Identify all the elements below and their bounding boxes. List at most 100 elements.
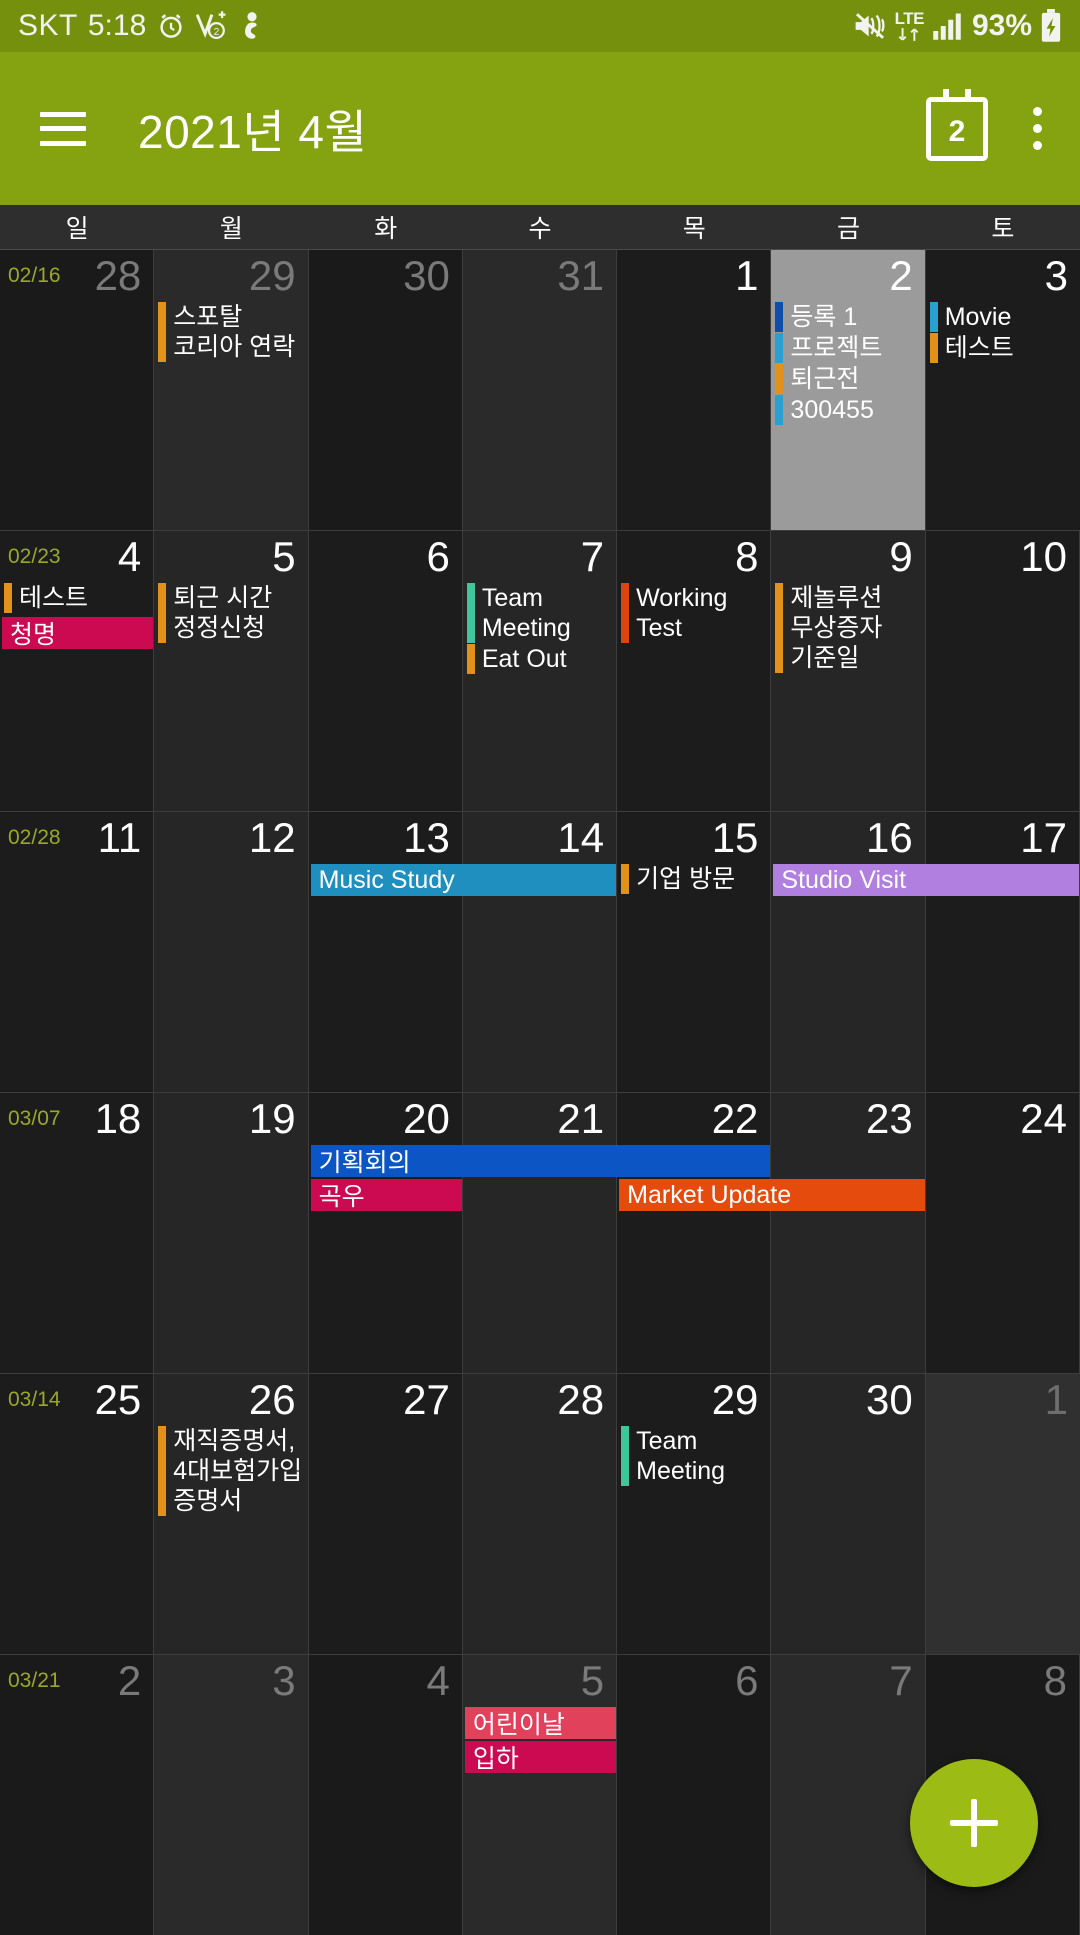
day-number: 28 <box>557 1376 605 1423</box>
week-number-label: 02/28 <box>8 826 61 849</box>
week-number-label: 03/07 <box>8 1107 61 1130</box>
status-bar: SKT 5:18 2 LTE 93% <box>0 0 1080 52</box>
overflow-menu-icon[interactable] <box>1032 107 1042 150</box>
day-cell-24[interactable]: 24 <box>925 1093 1080 1373</box>
event-color-bar <box>621 1426 630 1486</box>
event-list: Team Meeting Eat Out <box>463 583 616 675</box>
event-item[interactable]: Movie <box>926 302 1080 332</box>
multi-day-event[interactable]: 청명 <box>2 617 154 649</box>
day-cell-20[interactable]: 20 <box>308 1093 463 1373</box>
event-title: 300455 <box>790 396 874 424</box>
event-item[interactable]: Working Test <box>617 583 770 643</box>
day-cell-10[interactable]: 10 <box>925 531 1080 811</box>
day-cell-3[interactable]: 3 Movie 테스트 <box>925 250 1080 530</box>
day-cell-25[interactable]: 03/14 25 <box>0 1374 155 1654</box>
day-cell-15[interactable]: 15 기업 방문 <box>617 812 772 1092</box>
event-list: 기업 방문 <box>617 864 770 895</box>
day-cell-17[interactable]: 17 <box>925 812 1080 1092</box>
day-cell-7[interactable]: 7 Team Meeting Eat Out <box>462 531 618 811</box>
day-cell-28[interactable]: 28 <box>462 1374 618 1654</box>
week-number-label: 03/21 <box>8 1669 61 1692</box>
multi-day-event[interactable]: Market Update <box>619 1179 925 1211</box>
day-cell-14[interactable]: 14 <box>462 812 618 1092</box>
day-cell-28[interactable]: 02/16 28 <box>0 250 155 530</box>
day-cell-23[interactable]: 23 <box>771 1093 926 1373</box>
event-color-bar <box>775 333 784 363</box>
event-color-bar <box>621 583 630 643</box>
event-title: 등록 1 <box>790 303 858 331</box>
event-item[interactable]: 스포탈 코리아 연락 <box>154 302 307 362</box>
event-item[interactable]: 등록 1 <box>771 302 924 332</box>
multi-day-event[interactable]: Music Study <box>310 864 617 896</box>
day-cell-7[interactable]: 7 <box>771 1655 926 1935</box>
multi-day-event[interactable]: Studio Visit <box>773 864 1079 896</box>
multi-day-event[interactable]: 기획회의 <box>310 1145 771 1177</box>
day-cell-4[interactable]: 02/23 4 테스트 <box>0 531 155 811</box>
day-cell-27[interactable]: 27 <box>308 1374 463 1654</box>
day-number: 14 <box>557 814 605 861</box>
event-item[interactable]: 재직증명서, 4대보험가입 증명서 <box>154 1426 307 1516</box>
day-cell-31[interactable]: 31 <box>462 250 618 530</box>
day-cell-21[interactable]: 21 <box>462 1093 618 1373</box>
event-item[interactable]: 제놀루션 무상증자 기준일 <box>771 583 924 673</box>
day-cell-22[interactable]: 22 <box>617 1093 772 1373</box>
event-title: 스포탈 코리아 연락 <box>173 303 296 361</box>
event-title: 제놀루션 무상증자 기준일 <box>790 584 883 672</box>
day-cell-19[interactable]: 19 <box>154 1093 309 1373</box>
event-item[interactable]: 프로젝트 <box>771 333 924 363</box>
weekday-header: 일 월 화 수 목 금 토 <box>0 205 1080 250</box>
multi-day-event[interactable]: 어린이날 <box>464 1707 617 1739</box>
multi-day-event[interactable]: 입하 <box>464 1741 617 1773</box>
multi-day-event[interactable]: 곡우 <box>310 1179 462 1211</box>
day-cell-6[interactable]: 6 <box>308 531 463 811</box>
event-color-bar <box>775 302 784 332</box>
day-cell-29[interactable]: 29 스포탈 코리아 연락 <box>154 250 309 530</box>
event-color-bar <box>775 583 784 673</box>
day-cell-11[interactable]: 02/28 11 <box>0 812 155 1092</box>
day-cell-13[interactable]: 13 <box>308 812 463 1092</box>
day-cell-26[interactable]: 26 재직증명서, 4대보험가입 증명서 <box>154 1374 309 1654</box>
day-cell-5[interactable]: 5 <box>462 1655 618 1935</box>
event-color-bar <box>4 583 12 613</box>
day-cell-30[interactable]: 30 <box>308 250 463 530</box>
day-cell-12[interactable]: 12 <box>154 812 309 1092</box>
day-cell-1[interactable]: 1 <box>617 250 772 530</box>
day-cell-3[interactable]: 3 <box>154 1655 309 1935</box>
event-item[interactable]: 퇴근전 <box>771 364 924 394</box>
day-cell-5[interactable]: 5 퇴근 시간 정정신청 <box>154 531 309 811</box>
day-cell-30[interactable]: 30 <box>771 1374 926 1654</box>
day-number: 5 <box>272 533 296 580</box>
day-cell-2[interactable]: 2 등록 1 프로젝트 퇴근전 300455 <box>771 250 926 530</box>
hamburger-menu-icon[interactable] <box>40 111 86 146</box>
event-list: 등록 1 프로젝트 퇴근전 300455 <box>771 302 924 426</box>
event-title: 테스트 <box>19 584 89 612</box>
day-cell-9[interactable]: 9 제놀루션 무상증자 기준일 <box>771 531 926 811</box>
event-item[interactable]: 테스트 <box>926 333 1080 363</box>
day-cell-16[interactable]: 16 <box>771 812 926 1092</box>
event-item[interactable]: Team Meeting <box>463 583 616 643</box>
status-bar-left: SKT 5:18 2 <box>18 9 853 43</box>
event-item[interactable]: Eat Out <box>463 644 616 674</box>
day-cell-8[interactable]: 8 Working Test <box>617 531 772 811</box>
day-cell-1[interactable]: 1 <box>925 1374 1080 1654</box>
event-title: 입하 <box>472 1745 519 1773</box>
day-cell-2[interactable]: 03/21 2 <box>0 1655 155 1935</box>
day-number: 16 <box>865 814 913 861</box>
day-cell-6[interactable]: 6 <box>617 1655 772 1935</box>
day-cell-18[interactable]: 03/07 18 <box>0 1093 155 1373</box>
plus-icon <box>950 1799 998 1847</box>
day-number: 22 <box>711 1095 759 1142</box>
day-number: 9 <box>889 533 913 580</box>
calendar-day-icon[interactable]: 2 <box>926 88 988 161</box>
event-item[interactable]: 300455 <box>771 395 924 425</box>
day-number: 13 <box>403 814 450 861</box>
event-item[interactable]: Team Meeting <box>617 1426 770 1486</box>
day-cell-4[interactable]: 4 <box>308 1655 463 1935</box>
add-event-button[interactable] <box>910 1759 1038 1887</box>
day-number: 8 <box>1043 1657 1067 1704</box>
event-list: Working Test <box>617 583 770 644</box>
event-item[interactable]: 테스트 <box>0 583 153 613</box>
day-cell-29[interactable]: 29 Team Meeting <box>617 1374 772 1654</box>
event-item[interactable]: 기업 방문 <box>617 864 770 894</box>
event-item[interactable]: 퇴근 시간 정정신청 <box>154 583 307 643</box>
